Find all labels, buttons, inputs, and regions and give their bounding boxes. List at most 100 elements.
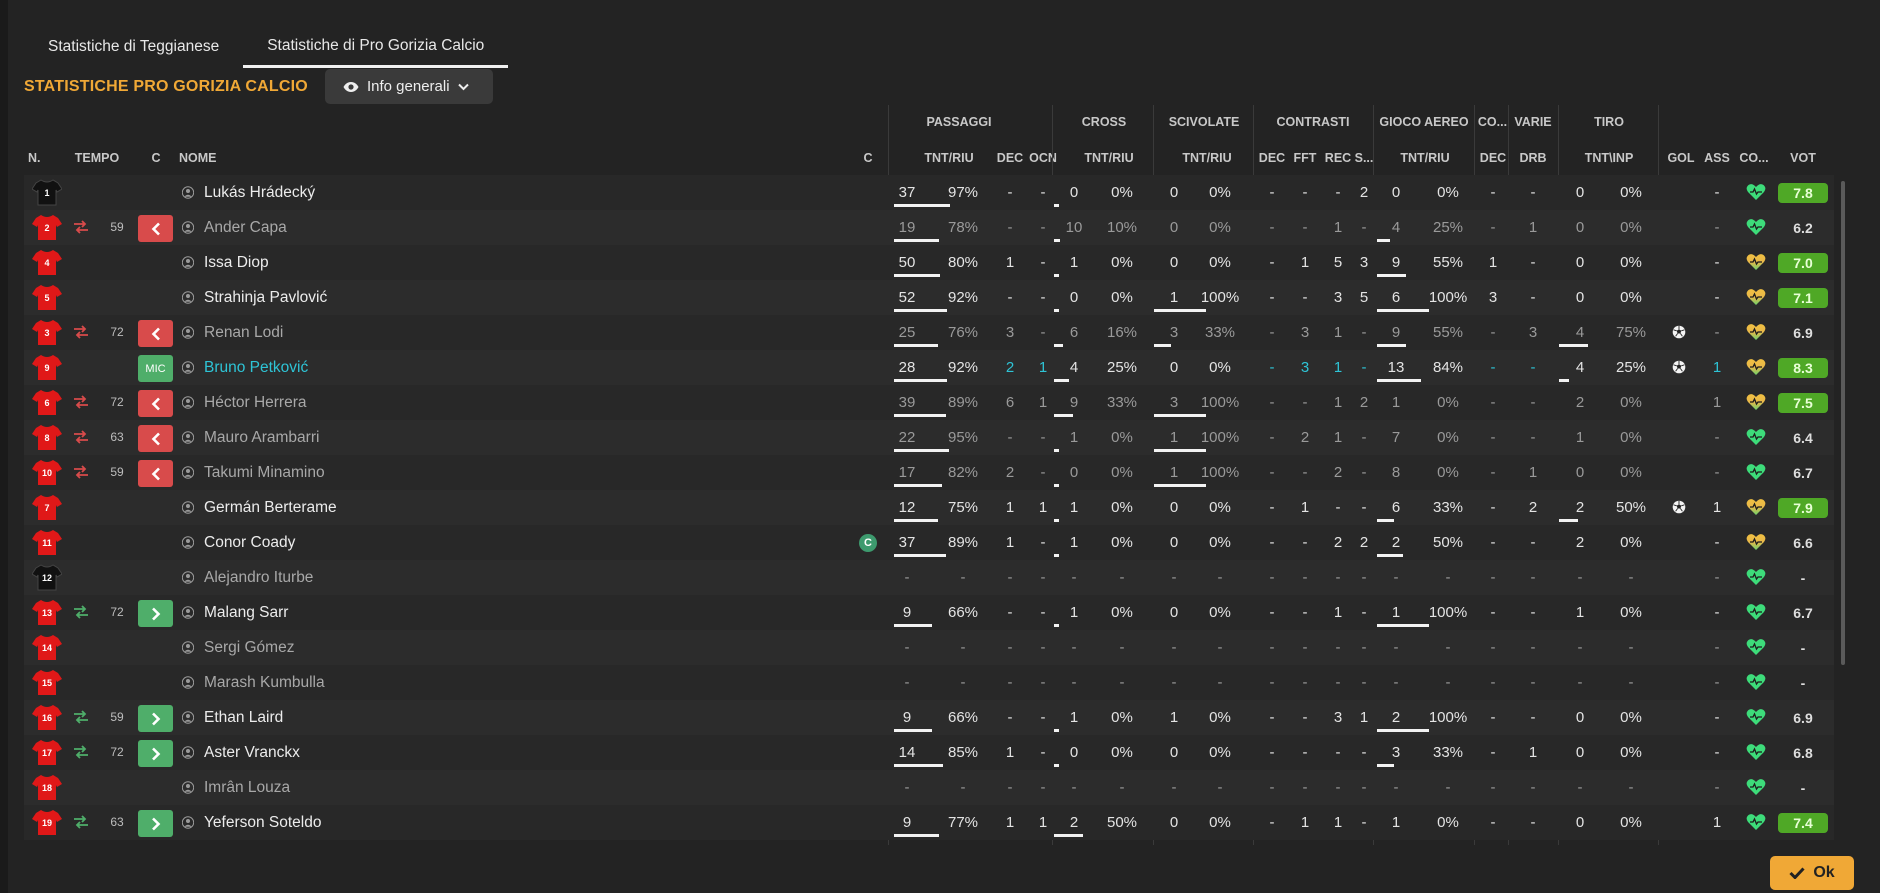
table-row[interactable]: 19 63 Yeferson Soteldo 9 77% 1 1 2 50% 0 0% -1 1-1 0%… bbox=[24, 805, 1834, 840]
col-gol[interactable]: GOL bbox=[1664, 143, 1698, 173]
player-name[interactable]: Marash Kumbulla bbox=[204, 665, 325, 700]
stat-ass: 1 bbox=[1712, 814, 1722, 831]
position-badge[interactable]: MIC bbox=[138, 355, 173, 382]
rating-badge: 7.8 bbox=[1778, 183, 1828, 203]
col-con-s[interactable]: S... bbox=[1354, 143, 1374, 173]
table-row[interactable]: 13 72 Malang Sarr 9 66% - -1 0% 0 0% - -1-1 100% - -1 0… bbox=[24, 595, 1834, 630]
table-row[interactable]: 15 Marash Kumbulla - - - - - - - - - - - - - - - - - - - - bbox=[24, 665, 1834, 700]
tab-teggianese[interactable]: Statistiche di Teggianese bbox=[24, 26, 243, 68]
player-name[interactable]: Strahinja Pavlović bbox=[204, 280, 327, 315]
player-avatar-icon bbox=[181, 186, 195, 204]
shirt-number-icon: 14 bbox=[32, 634, 62, 661]
shirt-number-icon: 8 bbox=[32, 424, 62, 451]
col-drb[interactable]: DRB bbox=[1514, 143, 1552, 173]
player-name[interactable]: Imrân Louza bbox=[204, 770, 290, 805]
player-name[interactable]: Ethan Laird bbox=[204, 700, 283, 735]
player-name[interactable]: Yeferson Soteldo bbox=[204, 805, 322, 840]
col-condition[interactable]: CO... bbox=[1736, 143, 1772, 173]
table-row[interactable]: 3 72 Renan Lodi 25 76% 3-6 16% 3 33% -3 1-9 55% -3 4 7… bbox=[24, 315, 1834, 350]
stat-rec: 2 bbox=[1333, 534, 1343, 551]
col-con-fft[interactable]: FFT bbox=[1289, 143, 1321, 173]
player-name[interactable]: Alejandro Iturbe bbox=[204, 560, 313, 595]
table-row[interactable]: 5 Strahinja Pavlović 52 92% - -0 0% 1 100% - -3 5 6 1… bbox=[24, 280, 1834, 315]
col-aer-tnt[interactable]: TNT/RIU bbox=[1378, 143, 1472, 173]
stat-pdec: - bbox=[1007, 604, 1013, 621]
table-row[interactable]: 10 59 Takumi Minamino 17 82% 2-0 0% 1 100% - -2-8 0… bbox=[24, 455, 1834, 490]
table-row[interactable]: 1 Lukás Hrádecký 37 97% - -0 0% 0 0% - - -2 0 0% - -0 0%… bbox=[24, 175, 1834, 210]
stat-pass-0: - bbox=[904, 639, 910, 656]
col-captain[interactable]: C bbox=[858, 143, 878, 173]
col-name[interactable]: NOME bbox=[179, 143, 217, 173]
table-row[interactable]: 6 72 Héctor Herrera 39 89% 6 1 9 33% 3 100% - -1 2 1 0%… bbox=[24, 385, 1834, 420]
stat-cdec: - bbox=[1269, 744, 1275, 761]
stat-cross-0: 1 bbox=[1069, 604, 1079, 621]
shirt-number-icon: 17 bbox=[32, 739, 62, 766]
scrollbar[interactable] bbox=[1841, 181, 1845, 665]
sub-in-button[interactable] bbox=[138, 740, 173, 767]
table-row[interactable]: 7 Germán Berterame 12 75% 1 1 1 0% 0 0% -1- -6 33% -2… bbox=[24, 490, 1834, 525]
player-name[interactable]: Bruno Petković bbox=[204, 350, 308, 385]
player-avatar-icon bbox=[181, 711, 195, 729]
table-row[interactable]: 16 59 Ethan Laird 9 66% - -1 0% 1 0% - -3 1 2 100% - -0 0… bbox=[24, 700, 1834, 735]
condition-heart-icon bbox=[1746, 183, 1766, 206]
sub-in-button[interactable] bbox=[138, 810, 173, 837]
stat-pass-0: - bbox=[904, 779, 910, 796]
view-select-dropdown[interactable]: Info generali bbox=[325, 69, 493, 104]
stat-aer-1: 0% bbox=[1437, 464, 1459, 481]
stat-tiro-1: 0% bbox=[1620, 744, 1642, 761]
player-name[interactable]: Héctor Herrera bbox=[204, 385, 307, 420]
player-name[interactable]: Takumi Minamino bbox=[204, 455, 325, 490]
table-row[interactable]: 2 59 Ander Capa 19 78% - -10 10% 0 0% - -1-4 25% -1 0 0… bbox=[24, 210, 1834, 245]
col-pass-dec[interactable]: DEC bbox=[994, 143, 1026, 173]
player-name[interactable]: Renan Lodi bbox=[204, 315, 283, 350]
stat-ass: - bbox=[1714, 324, 1720, 341]
stat-s: 5 bbox=[1359, 289, 1369, 306]
sub-out-button[interactable] bbox=[138, 215, 173, 242]
stat-fft: - bbox=[1302, 534, 1308, 551]
col-cross-tnt[interactable]: TNT/RIU bbox=[1064, 143, 1154, 173]
condition-heart-icon bbox=[1746, 533, 1766, 556]
col-con-dec[interactable]: DEC bbox=[1257, 143, 1287, 173]
table-row[interactable]: 4 Issa Diop 50 80% 1-1 0% 0 0% -1 5 3 9 55% 1-0 0% -7.0 bbox=[24, 245, 1834, 280]
stat-scv-0: 0 bbox=[1169, 604, 1179, 621]
player-name[interactable]: Lukás Hrádecký bbox=[204, 175, 315, 210]
table-row[interactable]: 9 MIC Bruno Petković 28 92% 2 1 4 25% 0 0% -3 1-13 84… bbox=[24, 350, 1834, 385]
col-time[interactable]: TEMPO bbox=[72, 143, 122, 173]
col-ass[interactable]: ASS bbox=[1700, 143, 1734, 173]
player-name[interactable]: Sergi Gómez bbox=[204, 630, 294, 665]
player-name[interactable]: Malang Sarr bbox=[204, 595, 288, 630]
player-name[interactable]: Ander Capa bbox=[204, 210, 287, 245]
sub-out-button[interactable] bbox=[138, 320, 173, 347]
sub-in-button[interactable] bbox=[138, 705, 173, 732]
tab-pro-gorizia[interactable]: Statistiche di Pro Gorizia Calcio bbox=[243, 26, 509, 68]
player-name[interactable]: Mauro Arambarri bbox=[204, 420, 319, 455]
player-name[interactable]: Germán Berterame bbox=[204, 490, 337, 525]
col-change[interactable]: C bbox=[146, 143, 166, 173]
col-pass-tnt[interactable]: TNT/RIU bbox=[904, 143, 994, 173]
sub-out-button[interactable] bbox=[138, 390, 173, 417]
ok-button[interactable]: Ok bbox=[1770, 856, 1854, 890]
table-row[interactable]: 17 72 Aster Vranckx 14 85% 1-0 0% 0 0% - - - -3 33% -1… bbox=[24, 735, 1834, 770]
sub-in-button[interactable] bbox=[138, 600, 173, 627]
col-scv-tnt[interactable]: TNT/RIU bbox=[1162, 143, 1252, 173]
sub-out-button[interactable] bbox=[138, 425, 173, 452]
table-row[interactable]: 11 Conor Coady C 37 89% 1-1 0% 0 0% - -2 2 2 50% - -2 0%… bbox=[24, 525, 1834, 560]
sub-out-button[interactable] bbox=[138, 460, 173, 487]
chevron-left-icon bbox=[151, 397, 160, 410]
col-rating[interactable]: VOT bbox=[1778, 143, 1828, 173]
stat-ass: - bbox=[1714, 709, 1720, 726]
player-name[interactable]: Aster Vranckx bbox=[204, 735, 300, 770]
rating-badge: 7.4 bbox=[1778, 813, 1828, 833]
table-row[interactable]: 18 Imrân Louza - - - - - - - - - - - - - - - - - - - - bbox=[24, 770, 1834, 805]
player-name[interactable]: Conor Coady bbox=[204, 525, 295, 560]
col-co-dec[interactable]: DEC bbox=[1477, 143, 1509, 173]
column-header-row: N. TEMPO C NOME C TNT/RIU DEC OCN TNT/RI… bbox=[24, 143, 1842, 173]
table-row[interactable]: 8 63 Mauro Arambarri 22 95% - -1 0% 1 100% -2 1-7 0%… bbox=[24, 420, 1834, 455]
col-tiro-tnt[interactable]: TNT\INP bbox=[1559, 143, 1659, 173]
table-row[interactable]: 14 Sergi Gómez - - - - - - - - - - - - - - - - - - - - bbox=[24, 630, 1834, 665]
player-name[interactable]: Issa Diop bbox=[204, 245, 269, 280]
col-con-rec[interactable]: REC bbox=[1322, 143, 1354, 173]
table-row[interactable]: 12 Alejandro Iturbe - - - - - - - - - - - - - - - - - - - - bbox=[24, 560, 1834, 595]
col-number[interactable]: N. bbox=[28, 143, 41, 173]
col-pass-ocn[interactable]: OCN bbox=[1027, 143, 1059, 173]
